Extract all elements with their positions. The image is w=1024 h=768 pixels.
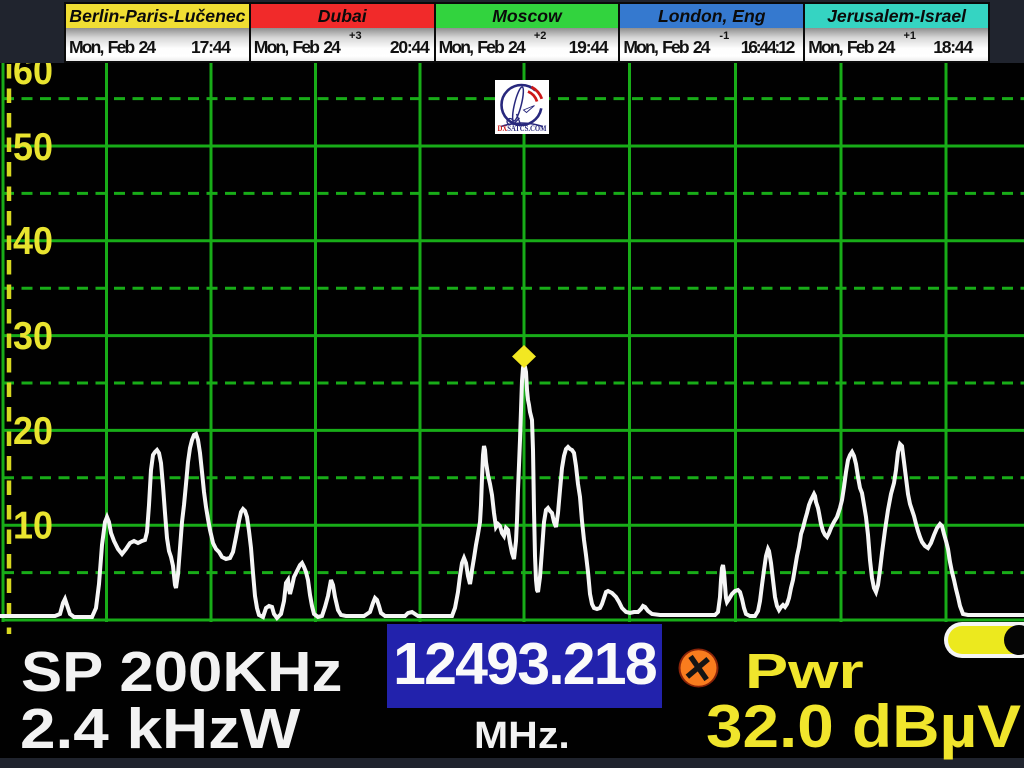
svg-text:30: 30 — [13, 315, 53, 358]
svg-text:40: 40 — [13, 220, 53, 263]
svg-text:50: 50 — [13, 126, 53, 169]
svg-text:DXSATCS.COM: DXSATCS.COM — [498, 124, 547, 133]
svg-text:20: 20 — [13, 410, 53, 453]
svg-text:10: 10 — [13, 505, 53, 548]
